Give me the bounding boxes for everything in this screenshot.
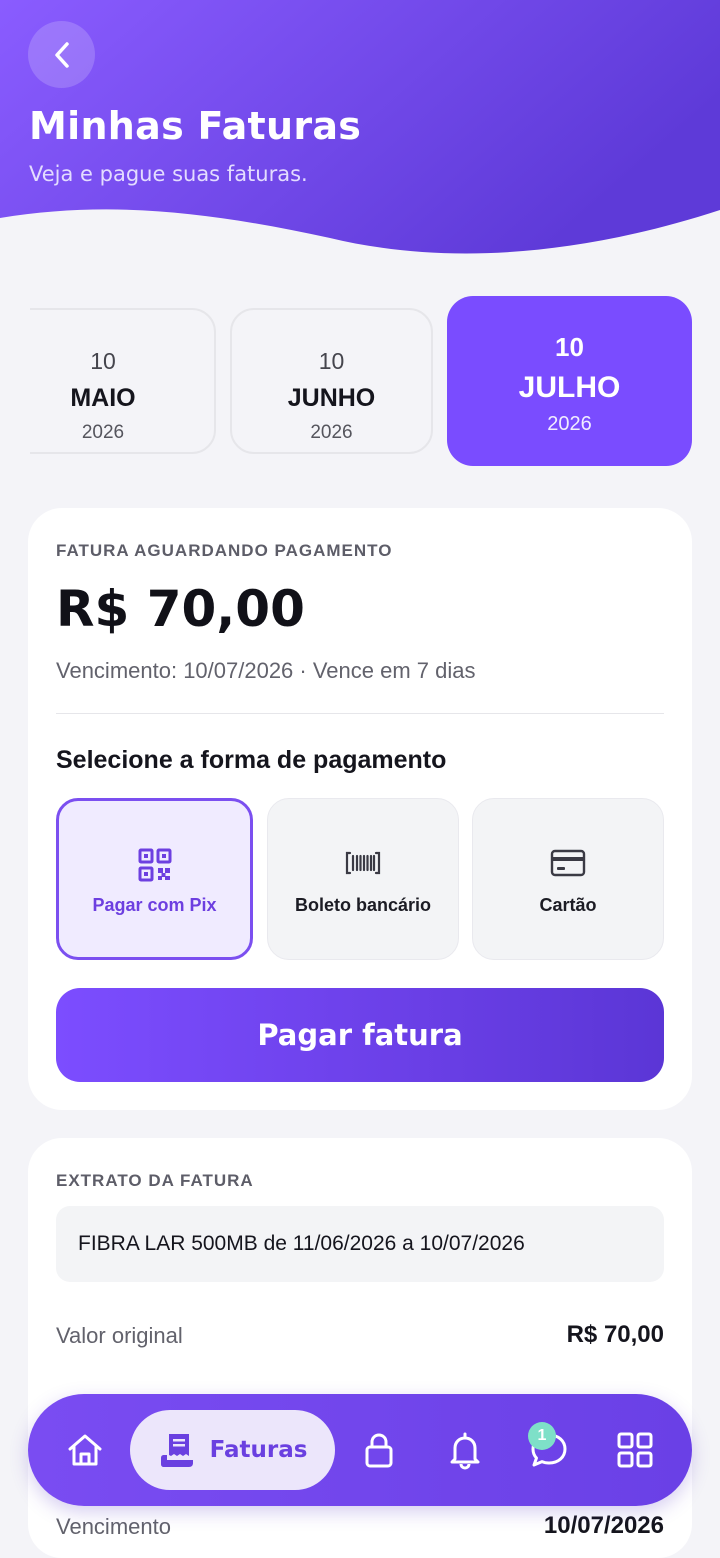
invoice-amount: R$ 70,00 (56, 580, 305, 638)
month-card-julho[interactable]: 10 JULHO 2026 (447, 296, 692, 466)
credit-card-icon (550, 849, 586, 877)
barcode-icon (345, 851, 381, 875)
nav-faturas-label: Faturas (209, 1437, 308, 1463)
month-card-maio[interactable]: 10 MAIO 2026 (0, 308, 216, 454)
header: Minhas Faturas Veja e pague suas faturas… (0, 0, 720, 260)
home-icon (68, 1434, 102, 1466)
pay-option-label: Pagar com Pix (92, 895, 217, 915)
nav-home[interactable] (52, 1394, 118, 1506)
qr-code-icon (138, 848, 171, 882)
pay-option-pix[interactable]: Pagar com Pix (56, 798, 253, 960)
chat-badge: 1 (528, 1422, 556, 1450)
pay-option-label: Boleto bancário (294, 895, 432, 915)
pay-invoice-button[interactable]: Pagar fatura (56, 988, 664, 1082)
page-subtitle: Veja e pague suas faturas. (29, 162, 308, 186)
month-name: JULHO (518, 371, 621, 404)
grid-icon (617, 1432, 653, 1468)
month-day: 10 (555, 332, 584, 362)
month-name: JUNHO (287, 384, 376, 412)
month-selector: 10 MAIO 2026 10 JUNHO 2026 10 JULHO 2026 (0, 296, 720, 468)
row-value-valor-original: R$ 70,00 (566, 1321, 664, 1348)
chevron-left-icon (54, 41, 69, 68)
due-date-text: Vencimento: 10/07/2026 · Vence em 7 dias (56, 658, 476, 683)
row-label-vencimento: Vencimento (56, 1514, 171, 1539)
divider (56, 713, 664, 714)
nav-faturas[interactable]: Faturas (130, 1410, 335, 1490)
extract-section-label: EXTRATO DA FATURA (56, 1171, 254, 1190)
payment-method-heading: Selecione a forma de pagamento (56, 746, 447, 774)
lock-icon (365, 1433, 393, 1468)
page-title: Minhas Faturas (29, 104, 362, 148)
month-year: 2026 (547, 413, 592, 435)
nav-lock[interactable] (346, 1394, 412, 1506)
row-value-vencimento: 10/07/2026 (543, 1512, 664, 1539)
invoice-icon (160, 1434, 193, 1467)
nav-notifications[interactable] (432, 1394, 498, 1506)
extract-item: FIBRA LAR 500MB de 11/06/2026 a 10/07/20… (56, 1206, 664, 1282)
pay-option-cartao[interactable]: Cartão (472, 798, 664, 960)
bottom-nav: Faturas (28, 1394, 692, 1506)
bell-icon (450, 1432, 480, 1470)
month-year: 2026 (81, 422, 125, 443)
scroll-edge (0, 300, 30, 470)
month-card-junho[interactable]: 10 JUNHO 2026 (230, 308, 433, 454)
nav-chat[interactable] (516, 1394, 582, 1506)
month-day: 10 (90, 348, 116, 374)
month-year: 2026 (310, 422, 353, 443)
invoice-status-label: FATURA AGUARDANDO PAGAMENTO (56, 541, 393, 560)
month-name: MAIO (70, 384, 136, 412)
back-button[interactable] (28, 21, 95, 88)
nav-menu[interactable] (602, 1394, 668, 1506)
pay-option-boleto[interactable]: Boleto bancário (267, 798, 459, 960)
row-label-valor-original: Valor original (56, 1323, 183, 1348)
month-day: 10 (318, 348, 345, 374)
pay-option-label: Cartão (539, 895, 597, 915)
